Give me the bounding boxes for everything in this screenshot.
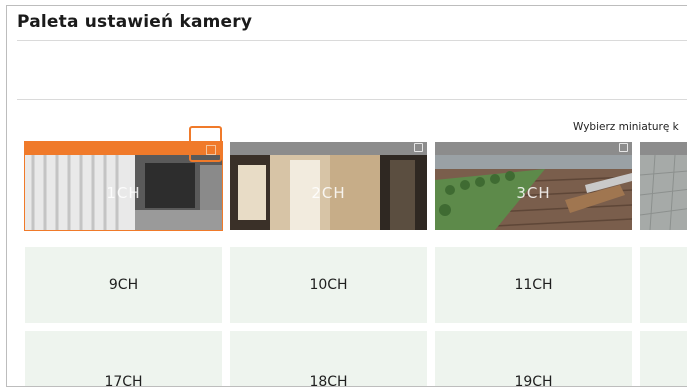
- channel-tile-18ch[interactable]: 18CH: [230, 331, 427, 386]
- channel-tile-19ch[interactable]: 19CH: [435, 331, 632, 386]
- channel-label: 1CH: [106, 183, 141, 202]
- settings-icon[interactable]: [414, 143, 423, 152]
- tile-header-bar: [640, 142, 687, 155]
- channel-label: 2CH: [311, 183, 346, 202]
- channel-tile-20ch-partial[interactable]: [640, 331, 687, 386]
- camera-tile-2ch[interactable]: 2CH: [230, 142, 427, 230]
- channel-tile-11ch[interactable]: 11CH: [435, 247, 632, 323]
- tile-header-bar: [435, 142, 632, 155]
- tile-header-bar: [230, 142, 427, 155]
- camera-tile-4ch-partial[interactable]: [640, 142, 687, 230]
- channel-tile-17ch[interactable]: 17CH: [25, 331, 222, 386]
- channel-tile-9ch[interactable]: 9CH: [25, 247, 222, 323]
- page-title: Paleta ustawień kamery: [17, 12, 253, 32]
- channel-label: 3CH: [516, 183, 551, 202]
- channel-tile-12ch-partial[interactable]: [640, 247, 687, 323]
- camera-settings-panel: Paleta ustawień kamery Wybierz miniaturę…: [6, 5, 687, 387]
- title-divider: [17, 40, 687, 41]
- instruction-text: Wybierz miniaturę k: [573, 121, 679, 133]
- camera-tile-3ch[interactable]: 3CH: [435, 142, 632, 230]
- settings-icon-highlight: [189, 126, 222, 162]
- camera-settings-icon[interactable]: [206, 145, 216, 155]
- camera-thumbnail-4ch: [640, 155, 687, 230]
- settings-icon[interactable]: [619, 143, 628, 152]
- channel-tile-10ch[interactable]: 10CH: [230, 247, 427, 323]
- toolbar-divider: [17, 99, 687, 100]
